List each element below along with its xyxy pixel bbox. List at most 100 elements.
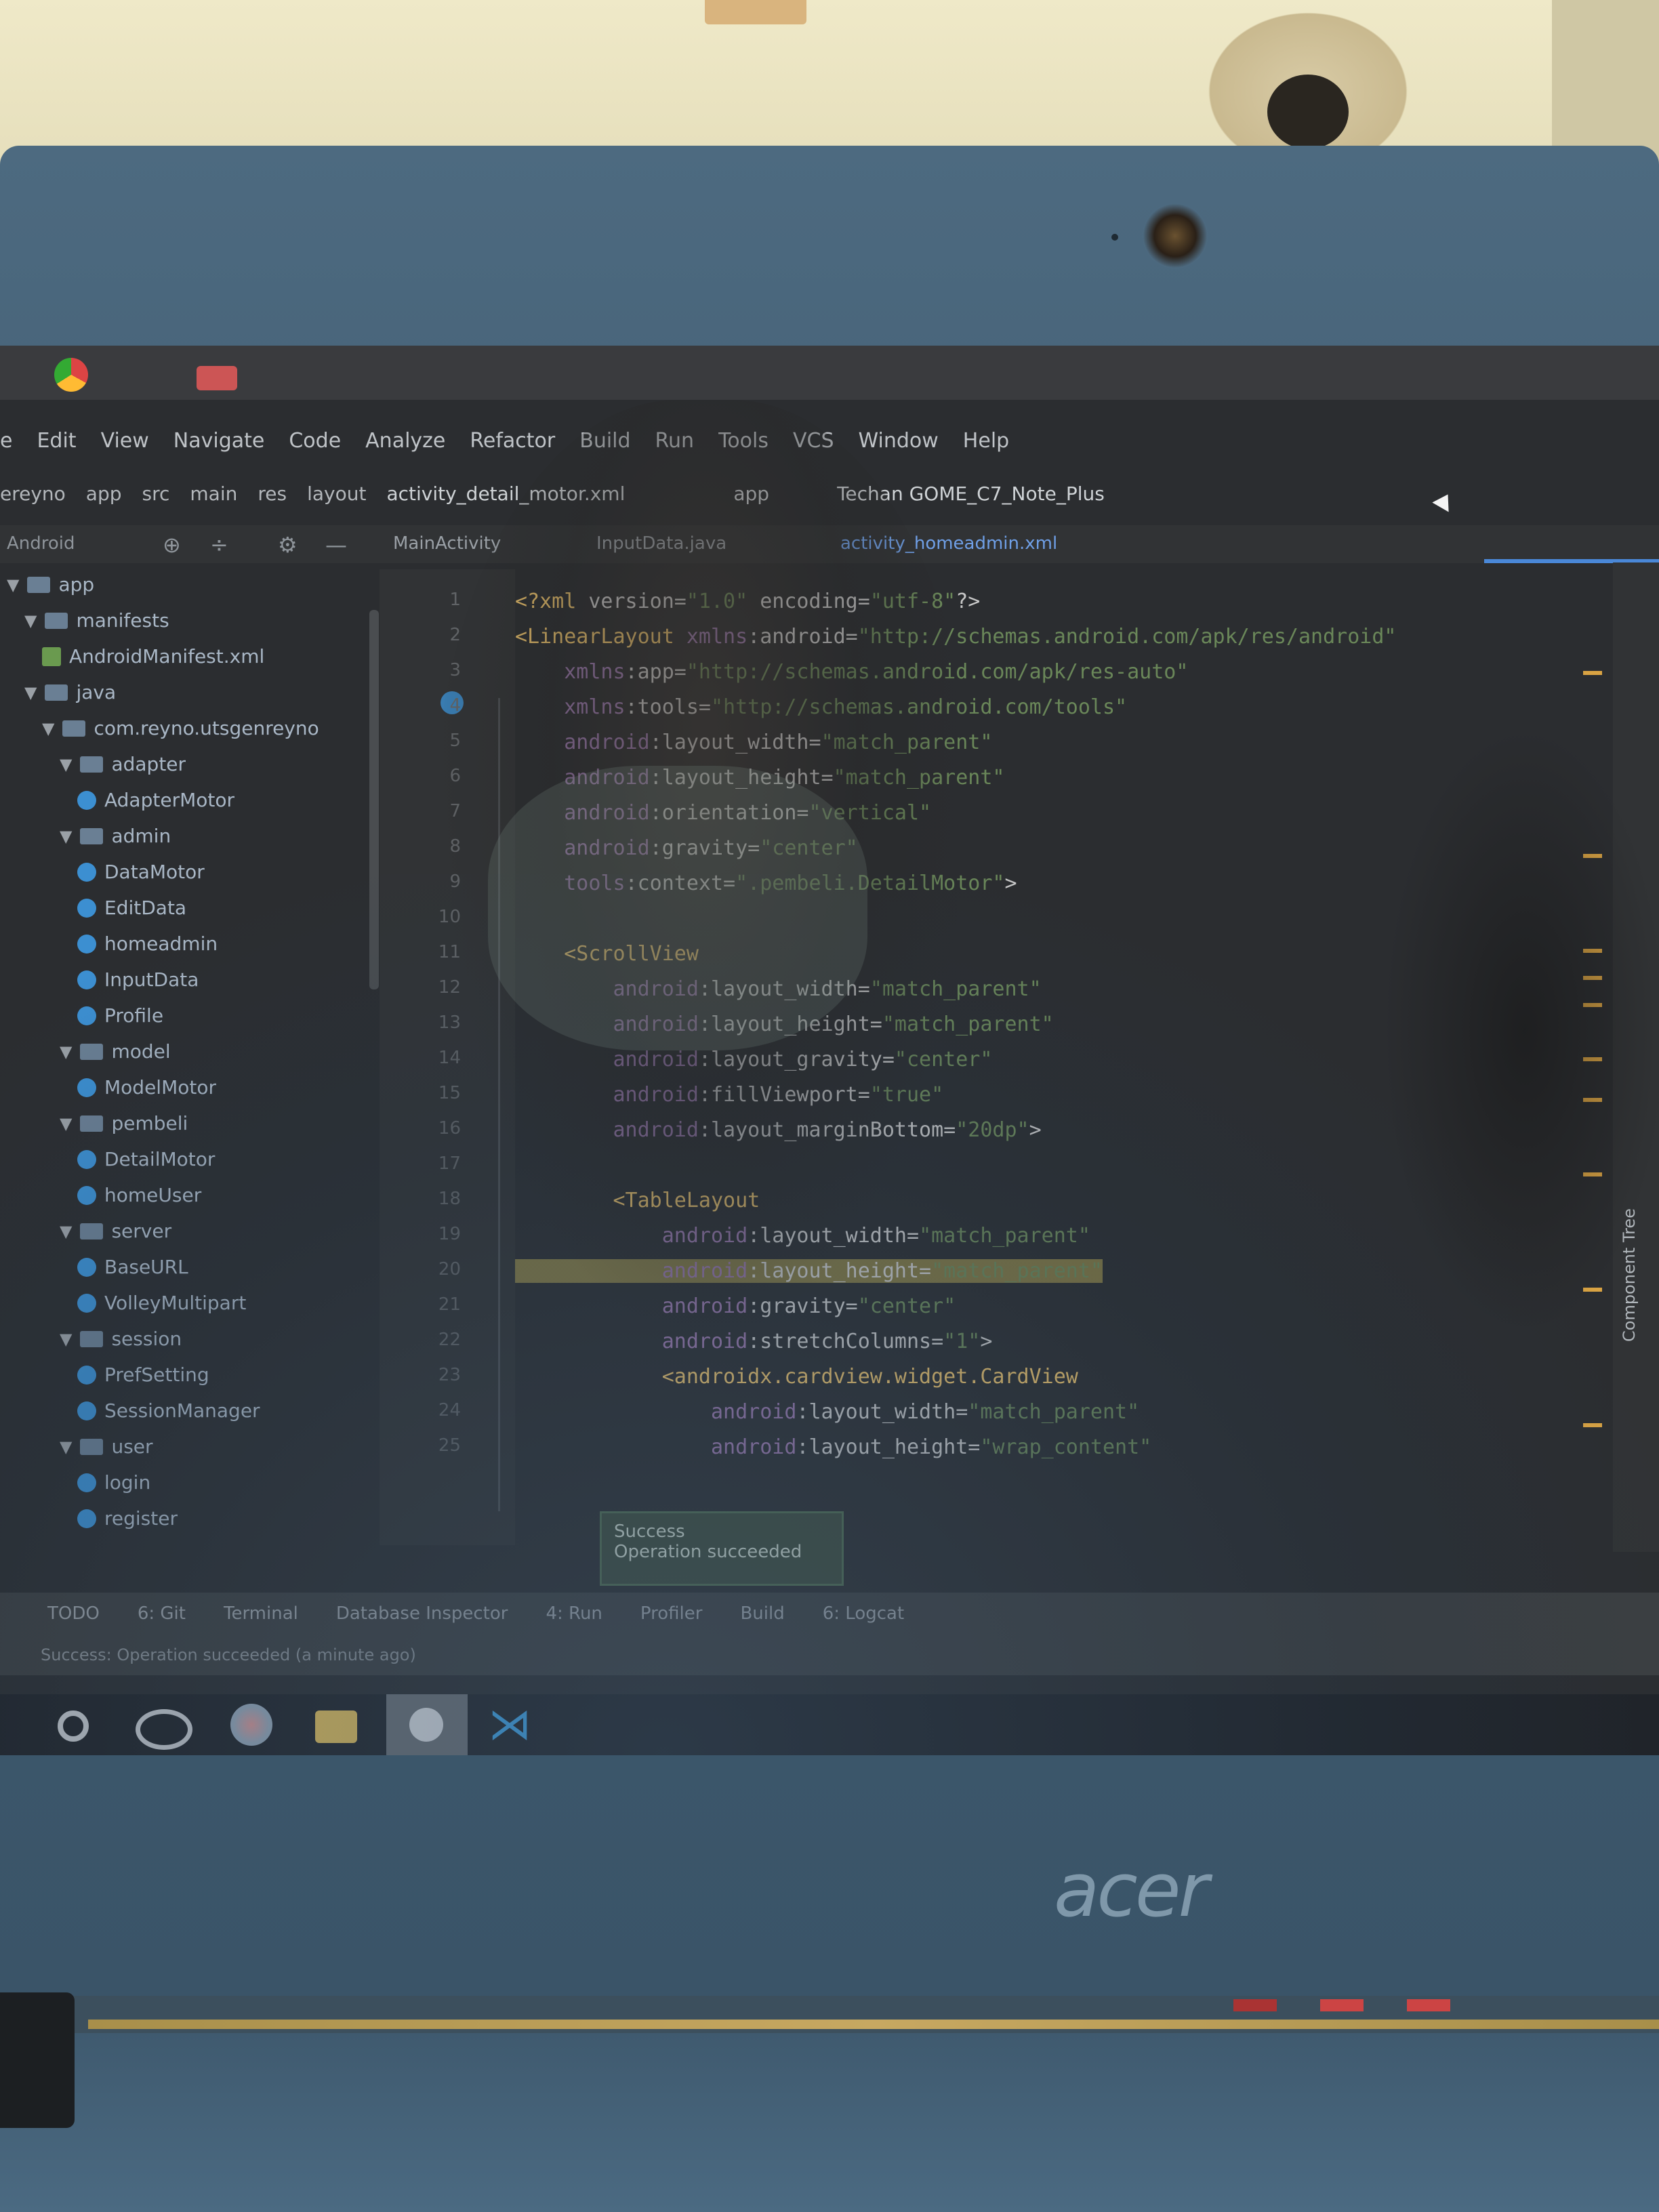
warning-marker[interactable] (1583, 1172, 1602, 1176)
warning-marker[interactable] (1583, 1057, 1602, 1061)
tree-item[interactable]: ▼ com.reyno.utsgenreyno (42, 717, 319, 739)
code-editor[interactable]: <?xml version="1.0" encoding="utf-8"?> <L… (515, 569, 1572, 1545)
code-line[interactable]: android:layout_gravity="center" (515, 1048, 993, 1071)
tree-item[interactable]: Profile (77, 1004, 163, 1027)
tool-window-6-git[interactable]: 6: Git (138, 1603, 186, 1624)
app-icon[interactable] (197, 366, 237, 390)
menu-item-code[interactable]: Code (289, 429, 341, 453)
menu-item-build[interactable]: Build (579, 429, 630, 453)
menu-item-analyze[interactable]: Analyze (365, 429, 445, 453)
tree-item[interactable]: ▼ app (7, 573, 94, 596)
tree-item[interactable]: DetailMotor (77, 1148, 215, 1170)
code-line[interactable]: android:orientation="vertical" (515, 801, 931, 825)
code-line[interactable]: android:layout_width="match_parent" (515, 1224, 1090, 1248)
success-toast[interactable]: Success Operation succeeded (600, 1511, 844, 1586)
tool-window-database-inspector[interactable]: Database Inspector (336, 1603, 508, 1624)
tree-item[interactable]: ▼ manifests (24, 609, 169, 632)
code-line[interactable]: <TableLayout (515, 1189, 760, 1212)
tree-item[interactable]: ModelMotor (77, 1076, 216, 1099)
tree-item[interactable]: ▼ model (60, 1040, 171, 1063)
tool-window-6-logcat[interactable]: 6: Logcat (823, 1603, 904, 1624)
code-line[interactable]: android:layout_height="match_parent" (515, 766, 1004, 790)
expand-arrow-icon[interactable]: ▼ (60, 1042, 72, 1061)
tree-item[interactable]: AdapterMotor (77, 789, 234, 811)
warning-marker[interactable] (1583, 854, 1602, 858)
tool-window-todo[interactable]: TODO (47, 1603, 100, 1624)
warning-marker[interactable] (1583, 1003, 1602, 1007)
tree-item[interactable]: EditData (77, 897, 186, 919)
file-explorer-icon[interactable] (315, 1711, 357, 1743)
expand-arrow-icon[interactable]: ▼ (60, 1437, 72, 1456)
tab-inputdata[interactable]: InputData.java (596, 533, 726, 554)
tree-item[interactable]: DataMotor (77, 861, 205, 883)
menu-item-navigate[interactable]: Navigate (173, 429, 265, 453)
menu-item-vcs[interactable]: VCS (793, 429, 834, 453)
tree-item[interactable]: PrefSetting (77, 1364, 209, 1386)
warning-marker[interactable] (1583, 671, 1602, 675)
warning-marker[interactable] (1583, 976, 1602, 980)
breadcrumb-0[interactable]: ereyno (0, 483, 66, 505)
menu-item-tools[interactable]: Tools (718, 429, 769, 453)
tree-item[interactable]: ▼ session (60, 1328, 182, 1350)
menu-item-e[interactable]: e (0, 429, 12, 453)
menu-item-run[interactable]: Run (655, 429, 695, 453)
tree-item[interactable]: ▼ pembeli (60, 1112, 188, 1134)
tree-item[interactable]: homeadmin (77, 933, 218, 955)
tree-item[interactable]: VolleyMultipart (77, 1292, 246, 1314)
menu-item-edit[interactable]: Edit (37, 429, 76, 453)
tab-activity-homeadmin[interactable]: activity_homeadmin.xml (840, 533, 1057, 554)
tree-item[interactable]: BaseURL (77, 1256, 188, 1278)
menu-item-help[interactable]: Help (963, 429, 1009, 453)
breadcrumb-4[interactable]: res (258, 483, 287, 505)
run-config-dropdown[interactable]: app (733, 483, 769, 505)
breadcrumb-2[interactable]: src (142, 483, 170, 505)
project-scrollbar[interactable] (369, 610, 379, 989)
code-line[interactable]: android:layout_height="match_parent" (515, 1012, 1054, 1036)
tree-item[interactable]: register (77, 1507, 178, 1530)
collapse-icon[interactable]: ÷ (210, 532, 228, 558)
device-dropdown[interactable]: Techan GOME_C7_Note_Plus (837, 483, 1105, 505)
code-line[interactable]: android:layout_marginBottom="20dp"> (515, 1118, 1042, 1142)
expand-arrow-icon[interactable]: ▼ (60, 827, 72, 846)
breadcrumb-current-file[interactable]: activity_detail_motor.xml (386, 483, 625, 505)
code-line[interactable]: android:layout_width="match_parent" (515, 977, 1042, 1001)
gear-icon[interactable]: ⚙ (278, 532, 298, 558)
tree-item[interactable]: AndroidManifest.xml (42, 645, 264, 668)
tool-window-terminal[interactable]: Terminal (224, 1603, 298, 1624)
expand-arrow-icon[interactable]: ▼ (60, 1114, 72, 1133)
tree-item[interactable]: login (77, 1471, 150, 1494)
expand-arrow-icon[interactable]: ▼ (60, 755, 72, 774)
code-line[interactable]: android:fillViewport="true" (515, 1083, 944, 1107)
paint-app-icon[interactable] (230, 1704, 272, 1746)
tree-item[interactable]: homeUser (77, 1184, 201, 1206)
breadcrumb-5[interactable]: layout (307, 483, 366, 505)
warning-marker[interactable] (1583, 949, 1602, 953)
expand-arrow-icon[interactable]: ▼ (7, 575, 19, 594)
expand-arrow-icon[interactable]: ▼ (24, 683, 37, 702)
code-line[interactable]: android:layout_width="match_parent" (515, 731, 992, 754)
code-line[interactable]: <LinearLayout xmlns:android="http://sche… (515, 625, 1396, 649)
code-line[interactable]: android:layout_height="match_parent" (515, 1259, 1103, 1283)
code-line[interactable]: android:gravity="center" (515, 1294, 956, 1318)
code-line[interactable]: android:layout_width="match_parent" (515, 1400, 1139, 1424)
vscode-icon[interactable]: ⋊ (488, 1703, 531, 1746)
task-view-icon[interactable] (136, 1709, 192, 1750)
tree-item[interactable]: ▼ user (60, 1435, 153, 1458)
code-line[interactable]: <?xml version="1.0" encoding="utf-8"?> (515, 590, 980, 613)
tool-window-4-run[interactable]: 4: Run (546, 1603, 602, 1624)
code-line[interactable]: <ScrollView (515, 942, 699, 966)
tree-item[interactable]: ▼ java (24, 681, 116, 703)
code-line[interactable]: tools:context=".pembeli.DetailMotor"> (515, 872, 1017, 895)
expand-arrow-icon[interactable]: ▼ (60, 1222, 72, 1241)
tree-item[interactable]: SessionManager (77, 1399, 260, 1422)
breadcrumb-3[interactable]: main (190, 483, 237, 505)
android-studio-taskbar-icon[interactable] (386, 1694, 468, 1755)
chrome-icon[interactable] (54, 358, 88, 392)
tree-item[interactable]: ▼ admin (60, 825, 171, 847)
tab-mainactivity[interactable]: MainActivity (393, 533, 501, 554)
breadcrumb-1[interactable]: app (86, 483, 122, 505)
warning-marker[interactable] (1583, 1098, 1602, 1102)
code-line[interactable]: xmlns:app="http://schemas.android.com/ap… (515, 660, 1188, 684)
minimize-icon[interactable]: — (325, 532, 347, 558)
menu-item-refactor[interactable]: Refactor (470, 429, 555, 453)
